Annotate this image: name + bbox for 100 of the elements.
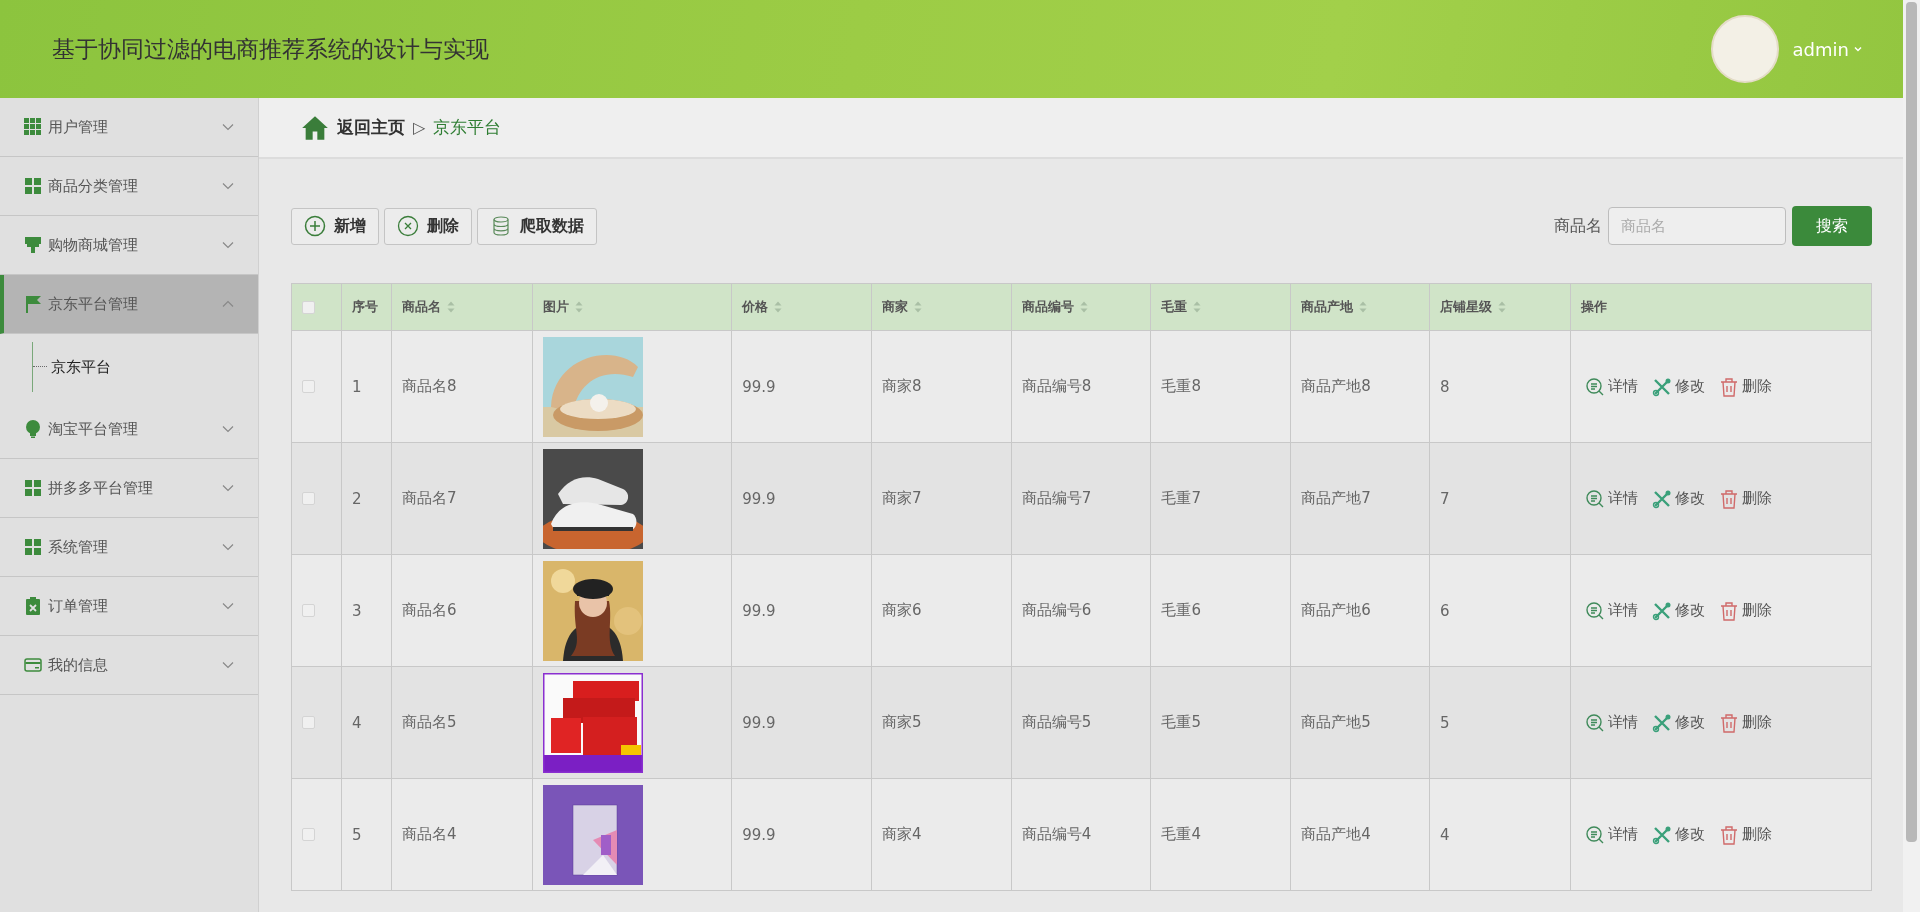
plus-icon — [304, 215, 326, 237]
column-header[interactable]: 商品编号 — [1011, 284, 1152, 330]
search-field[interactable]: 商品名 — [1608, 207, 1786, 245]
column-header[interactable]: 毛重 — [1151, 284, 1292, 330]
table-cell: 商家5 — [881, 713, 922, 732]
delete-action[interactable]: 删除 — [1718, 824, 1772, 845]
select-all-checkbox[interactable] — [302, 300, 315, 314]
flag-icon — [24, 295, 42, 313]
tools-icon — [1651, 824, 1672, 845]
column-header: 操作 — [1579, 298, 1608, 316]
table-cell: 1 — [351, 377, 362, 396]
row-checkbox[interactable] — [302, 716, 315, 729]
card-icon — [24, 656, 42, 674]
edit-action[interactable]: 修改 — [1651, 488, 1705, 509]
trash-icon — [1718, 488, 1739, 509]
crawl-button[interactable]: 爬取数据 — [477, 207, 597, 245]
delete-button[interactable]: 删除 — [384, 207, 472, 245]
table-cell: 商品名5 — [401, 713, 457, 732]
add-button[interactable]: 新增 — [291, 207, 379, 245]
detail-action[interactable]: 详情 — [1584, 488, 1638, 509]
table-cell: 商品编号8 — [1021, 377, 1092, 396]
sort-icon[interactable] — [913, 301, 922, 313]
table-cell: 商品产地5 — [1301, 713, 1371, 732]
table-cell: 商品产地4 — [1301, 825, 1371, 844]
grid-icon — [24, 118, 42, 136]
stand-icon — [24, 236, 42, 254]
table-cell: 商品名7 — [401, 489, 457, 508]
tools-icon — [1651, 712, 1672, 733]
table-cell: 99.9 — [742, 713, 776, 732]
breadcrumb-current: 京东平台 — [433, 116, 502, 139]
edit-action[interactable]: 修改 — [1651, 824, 1705, 845]
trash-icon — [1718, 712, 1739, 733]
table-cell: 5 — [1439, 713, 1450, 732]
table-cell: 商家4 — [881, 825, 922, 844]
column-header[interactable]: 价格 — [732, 284, 872, 330]
column-header[interactable]: 商品名 — [391, 284, 533, 330]
table-cell: 4 — [351, 713, 362, 732]
edit-action[interactable]: 修改 — [1651, 376, 1705, 397]
detail-action[interactable]: 详情 — [1584, 376, 1638, 397]
column-header[interactable]: 店铺星级 — [1429, 284, 1571, 330]
table-cell: 商品名4 — [401, 825, 457, 844]
scrollbar[interactable] — [1903, 0, 1920, 912]
delete-action[interactable]: 删除 — [1718, 600, 1772, 621]
close-icon — [397, 215, 419, 237]
search-button[interactable]: 搜索 — [1792, 206, 1872, 246]
column-header[interactable]: 图片 — [532, 284, 733, 330]
table-cell: 99.9 — [742, 489, 776, 508]
table-cell: 毛重8 — [1161, 377, 1201, 396]
table-cell: 商品编号4 — [1021, 825, 1092, 844]
table-cell: 毛重6 — [1161, 601, 1201, 620]
table-cell: 商品编号5 — [1021, 713, 1092, 732]
row-checkbox[interactable] — [302, 380, 315, 393]
row-checkbox[interactable] — [302, 492, 315, 505]
detail-action[interactable]: 详情 — [1584, 600, 1638, 621]
clipboard-icon — [24, 597, 42, 615]
home-link[interactable]: 返回主页 — [337, 116, 405, 139]
table-cell: 商品名8 — [401, 377, 457, 396]
detail-action[interactable]: 详情 — [1584, 712, 1638, 733]
tiles-icon — [24, 538, 42, 556]
delete-action[interactable]: 删除 — [1718, 712, 1772, 733]
sort-icon[interactable] — [1497, 301, 1506, 313]
trash-icon — [1718, 376, 1739, 397]
table-cell: 6 — [1439, 601, 1450, 620]
caret-icon — [1853, 44, 1863, 54]
search-label: 商品名 — [1554, 215, 1602, 237]
table-cell: 商家8 — [881, 377, 922, 396]
delete-action[interactable]: 删除 — [1718, 376, 1772, 397]
trash-icon — [1718, 600, 1739, 621]
tools-icon — [1651, 376, 1672, 397]
column-header[interactable]: 商家 — [871, 284, 1012, 330]
delete-action[interactable]: 删除 — [1718, 488, 1772, 509]
menu-item[interactable]: 京东平台管理 — [0, 275, 258, 334]
sort-icon[interactable] — [774, 301, 783, 313]
tools-icon — [1651, 488, 1672, 509]
submenu-item[interactable]: 京东平台 — [47, 357, 115, 377]
table-cell: 3 — [351, 601, 362, 620]
system-title: 基于协同过滤的电商推荐系统的设计与实现 — [52, 34, 489, 64]
table-cell: 4 — [1439, 825, 1450, 844]
sort-icon[interactable] — [446, 301, 455, 313]
sort-icon[interactable] — [1193, 301, 1202, 313]
home-icon[interactable] — [301, 114, 329, 141]
edit-action[interactable]: 修改 — [1651, 600, 1705, 621]
sort-icon[interactable] — [1359, 301, 1368, 313]
table-cell: 商家6 — [881, 601, 922, 620]
table-cell: 商品编号7 — [1021, 489, 1092, 508]
table-cell: 7 — [1439, 489, 1450, 508]
trash-icon — [1718, 824, 1739, 845]
sort-icon[interactable] — [574, 301, 583, 313]
search-icon — [1584, 488, 1605, 509]
column-header[interactable]: 商品产地 — [1291, 284, 1430, 330]
search-icon — [1584, 712, 1605, 733]
edit-action[interactable]: 修改 — [1651, 712, 1705, 733]
table-cell: 8 — [1439, 377, 1450, 396]
sort-icon[interactable] — [1079, 301, 1088, 313]
detail-action[interactable]: 详情 — [1584, 824, 1638, 845]
table-cell: 5 — [351, 825, 362, 844]
row-checkbox[interactable] — [302, 828, 315, 841]
row-checkbox[interactable] — [302, 604, 315, 617]
table-cell: 毛重7 — [1161, 489, 1201, 508]
tiles-icon — [24, 177, 42, 195]
